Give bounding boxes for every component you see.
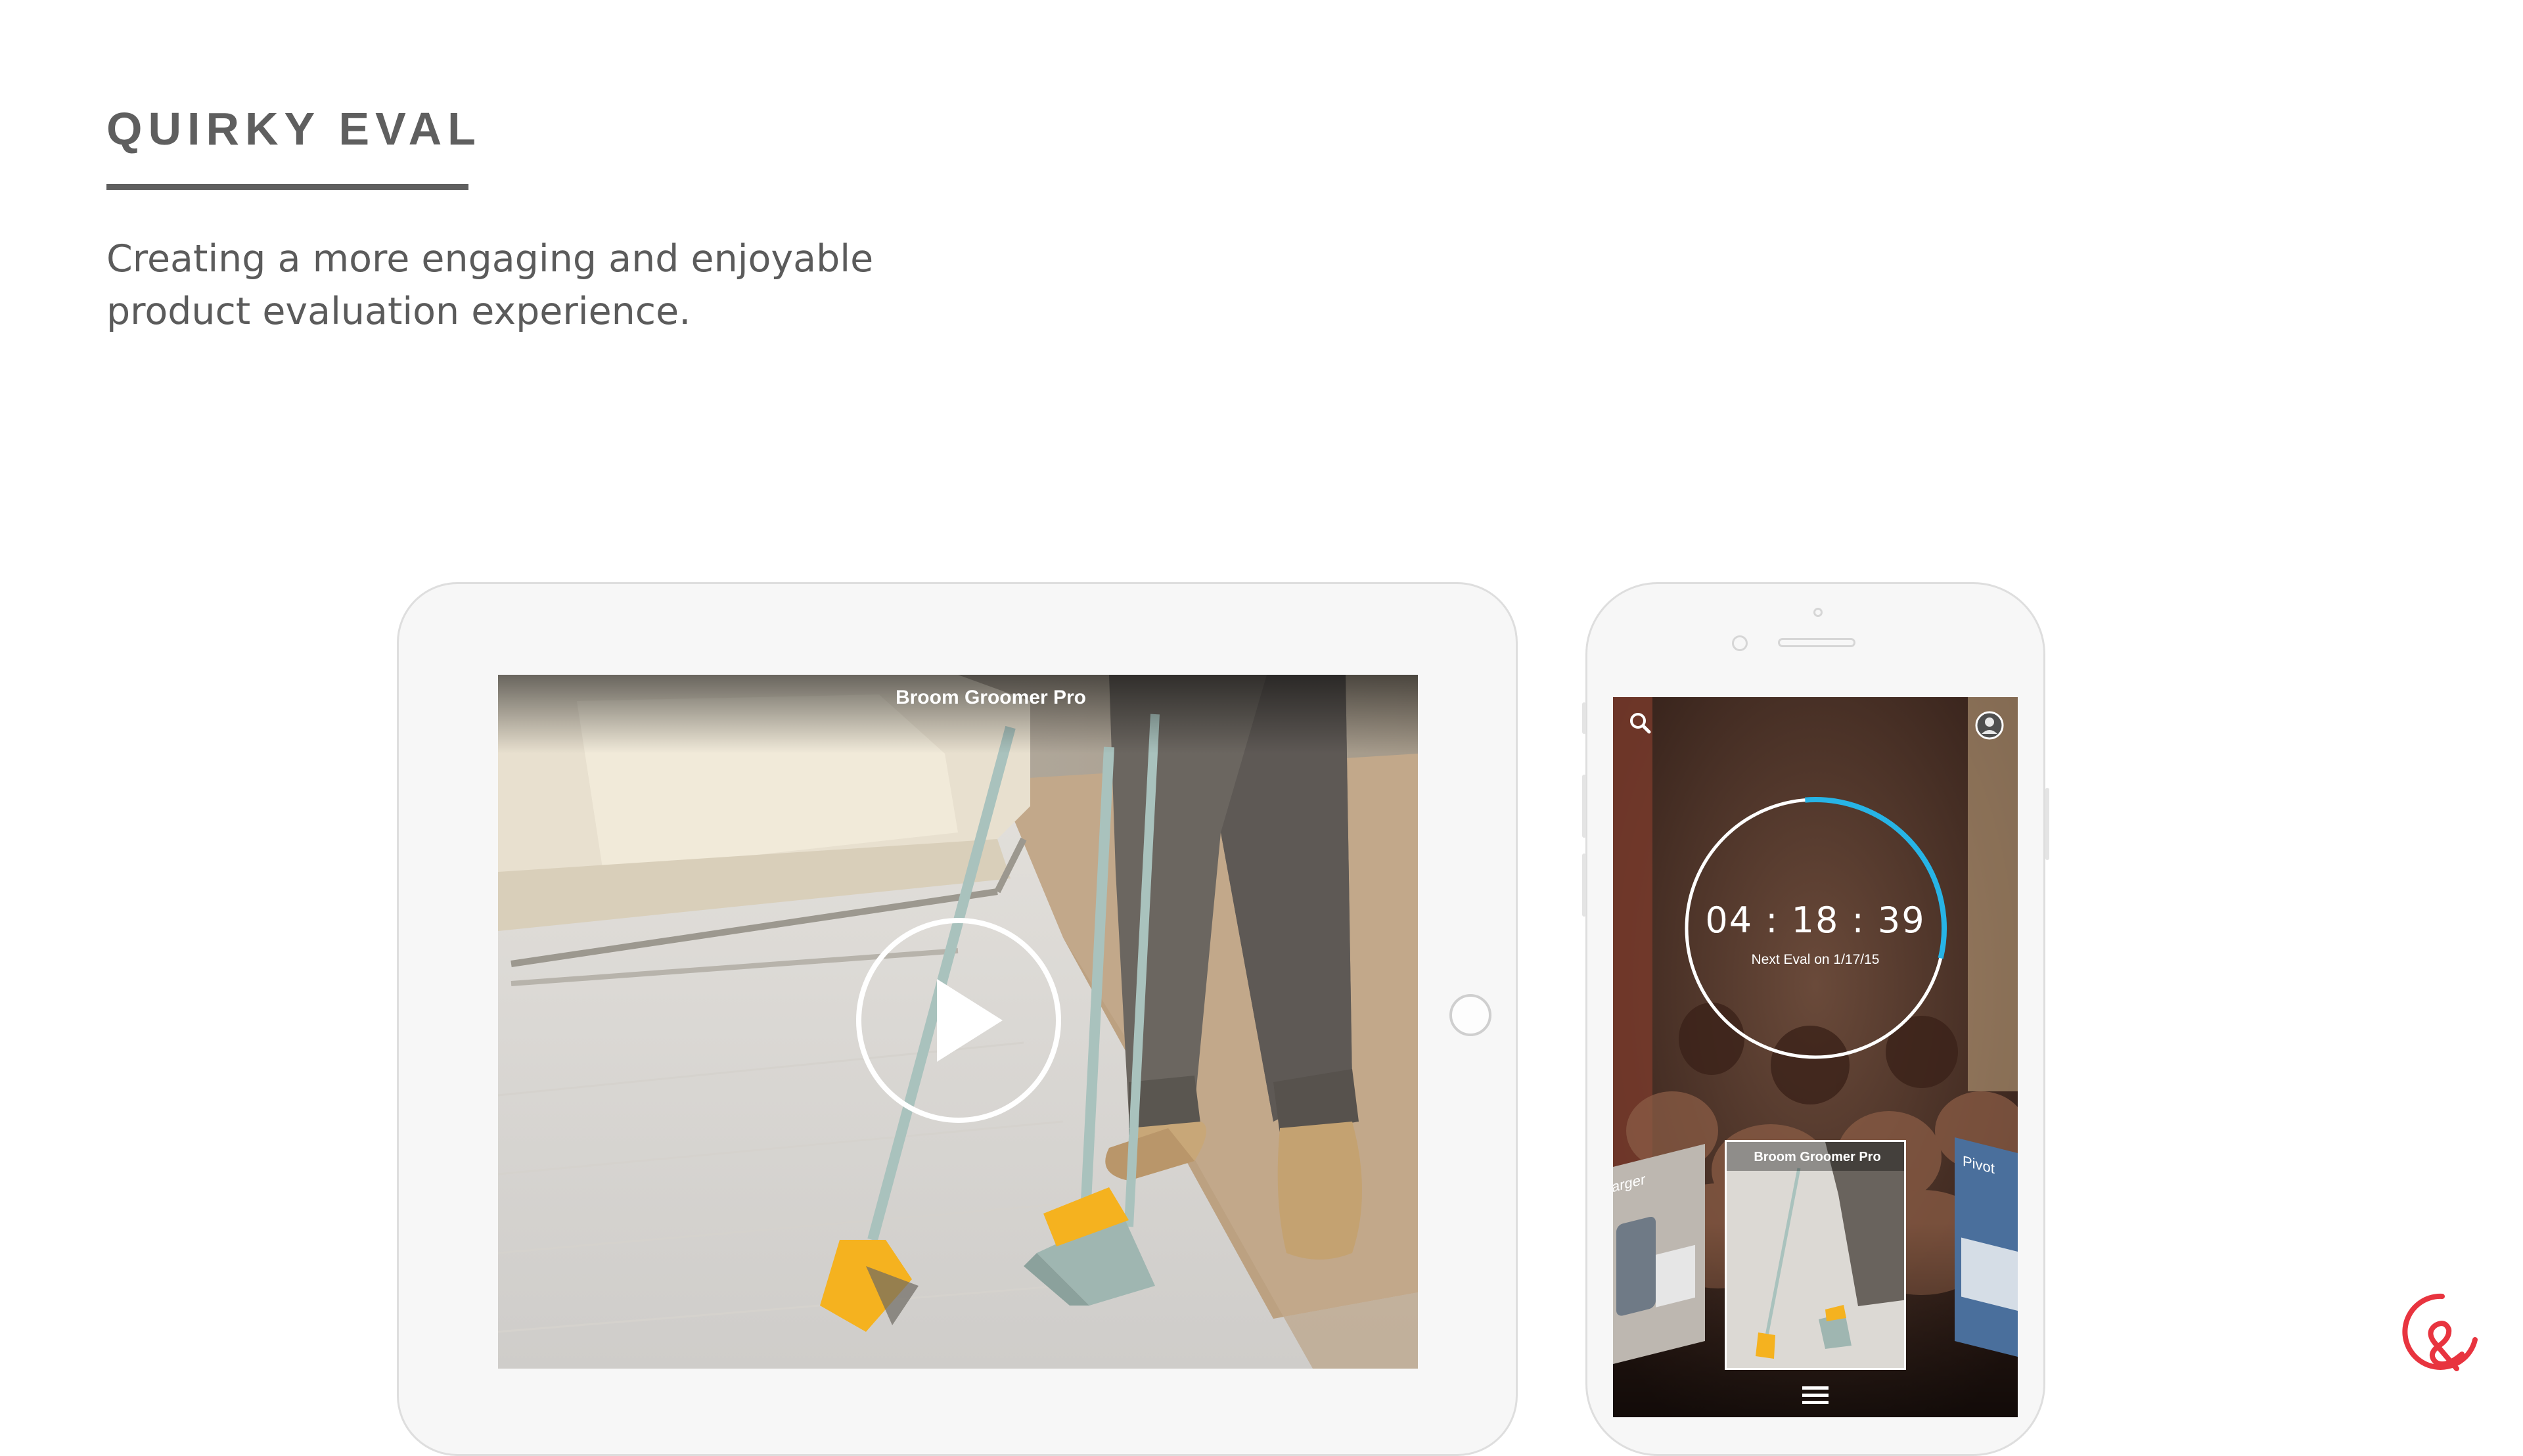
phone-camera (1732, 635, 1748, 651)
phone-power-button (2045, 788, 2049, 860)
page-title: QUIRKY EVAL (106, 103, 482, 154)
product-card-left[interactable]: arger (1613, 1144, 1705, 1367)
phone-speaker (1778, 638, 1855, 647)
title-underline (106, 184, 468, 190)
product-card-right-image (1961, 1237, 2018, 1317)
play-icon (937, 979, 1003, 1062)
subtitle-line-1: Creating a more engaging and enjoyable (106, 237, 874, 281)
product-card-center-image (1727, 1142, 1904, 1368)
play-button[interactable] (856, 918, 1061, 1123)
phone-volume-up (1582, 775, 1586, 838)
next-eval-label: Next Eval on 1/17/15 (1751, 952, 1880, 967)
phone-device: 04 : 18 : 39 Next Eval on 1/17/15 arger … (1582, 582, 2049, 1456)
menu-icon[interactable] (1801, 1384, 1830, 1407)
product-card-center-label: Broom Groomer Pro (1754, 1150, 1881, 1164)
search-icon[interactable] (1627, 710, 1654, 737)
phone-volume-down (1582, 853, 1586, 917)
product-card-left-stand (1656, 1244, 1695, 1308)
phone-mute-switch (1582, 702, 1586, 734)
tablet-home-button (1449, 994, 1491, 1036)
tablet-device: Broom Groomer Pro (397, 582, 1518, 1456)
product-card-left-label: arger (1613, 1170, 1646, 1196)
video-player[interactable]: Broom Groomer Pro (498, 675, 1418, 1369)
phone-sensor (1813, 608, 1823, 617)
subtitle-line-2: product evaluation experience. (106, 290, 691, 333)
product-card-right-label: Pivot (1963, 1152, 1995, 1177)
product-card-left-image (1616, 1215, 1656, 1317)
page-subtitle: Creating a more engaging and enjoyable p… (106, 233, 1092, 338)
phone-screen: 04 : 18 : 39 Next Eval on 1/17/15 arger … (1613, 697, 2018, 1417)
video-title: Broom Groomer Pro (895, 687, 1087, 708)
countdown-timer: 04 : 18 : 39 (1705, 899, 1926, 941)
product-card-center[interactable]: Broom Groomer Pro (1725, 1140, 1906, 1370)
brand-logo (2402, 1293, 2478, 1371)
product-card-right[interactable]: Pivot (1955, 1137, 2018, 1367)
avatar-icon[interactable] (1974, 710, 2005, 740)
